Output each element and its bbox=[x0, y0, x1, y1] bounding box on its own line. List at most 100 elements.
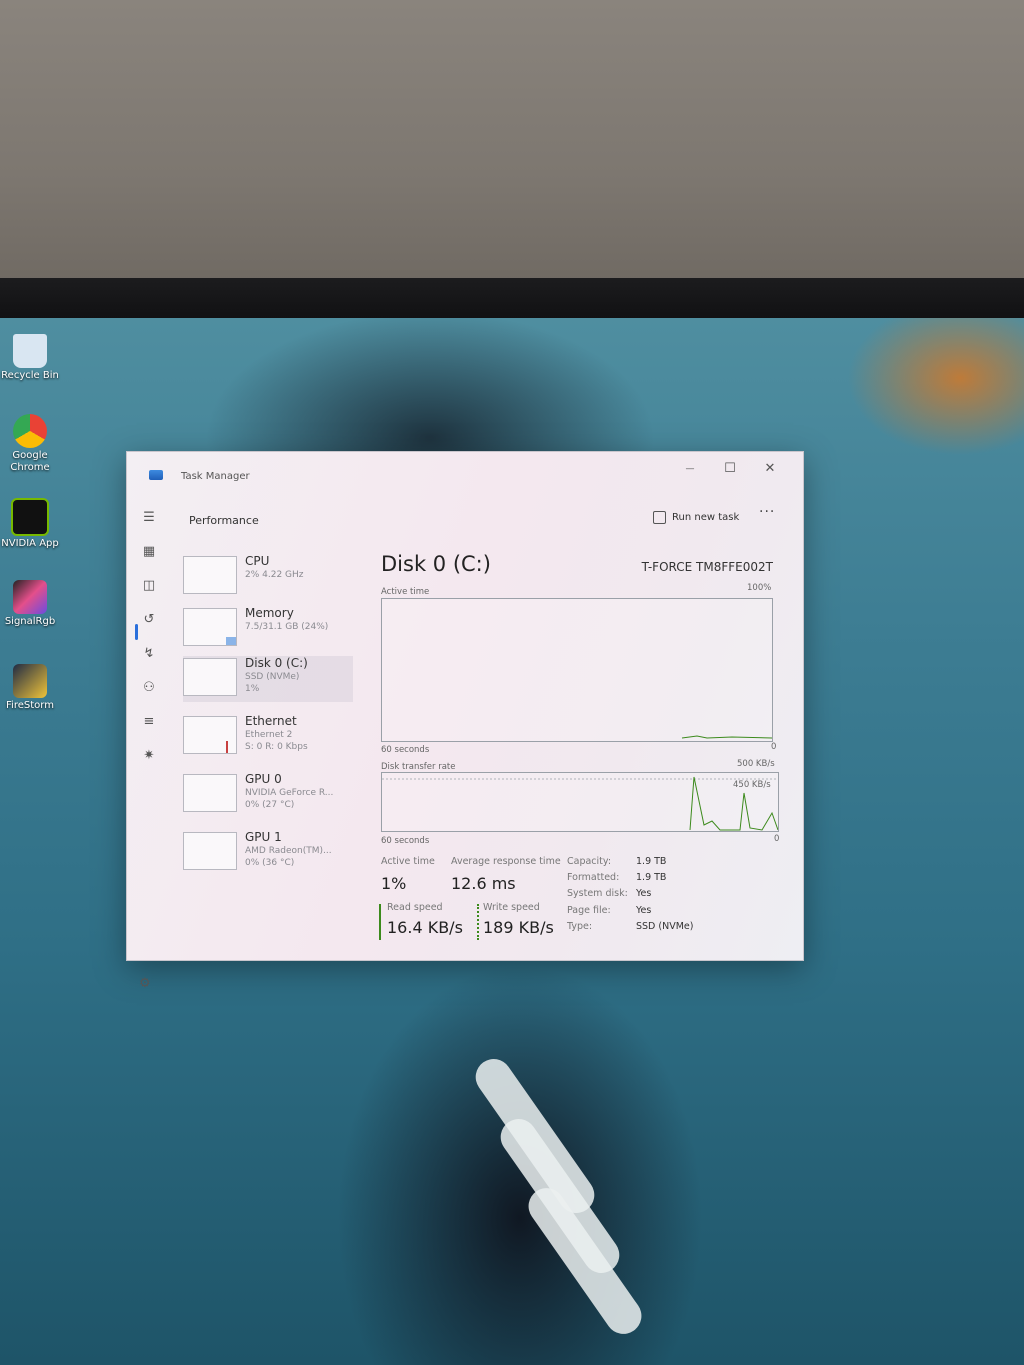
window-title: Task Manager bbox=[181, 471, 250, 482]
device-detail: 2% 4.22 GHz bbox=[245, 570, 304, 580]
minimize-button[interactable]: — bbox=[675, 458, 705, 480]
active-time-line bbox=[681, 735, 773, 739]
wall-background bbox=[0, 0, 1024, 290]
system-disk-label: System disk: bbox=[567, 888, 628, 899]
active-time-stat-label: Active time bbox=[381, 856, 435, 867]
desktop-icon-signalrgb[interactable]: SignalRgb bbox=[0, 580, 60, 628]
transfer-max-label: 500 KB/s bbox=[737, 759, 775, 769]
active-time-min-label: 0 bbox=[771, 742, 777, 752]
avg-response-stat-label: Average response time bbox=[451, 856, 561, 867]
transfer-min-label: 0 bbox=[774, 834, 780, 844]
disk-title: Disk 0 (C:) bbox=[381, 552, 491, 576]
page-title: Performance bbox=[189, 514, 259, 527]
device-usage: 0% (27 °C) bbox=[245, 800, 295, 810]
device-memory[interactable]: Memory 7.5/31.1 GB (24%) bbox=[183, 606, 353, 652]
page-file-label: Page file: bbox=[567, 905, 611, 916]
device-cpu[interactable]: CPU 2% 4.22 GHz bbox=[183, 554, 353, 600]
system-disk-value: Yes bbox=[636, 888, 652, 899]
ethernet-mini-graph bbox=[183, 716, 237, 754]
active-time-max-label: 100% bbox=[747, 583, 772, 593]
title-bar[interactable]: Task Manager — ☐ ✕ bbox=[127, 452, 803, 496]
active-time-graph-label: Active time bbox=[381, 587, 430, 597]
desktop-icon-label: NVIDIA App bbox=[1, 538, 59, 549]
transfer-rate-graph bbox=[381, 772, 779, 832]
services-icon[interactable]: ✷ bbox=[141, 748, 157, 764]
device-usage: S: 0 R: 0 Kbps bbox=[245, 742, 308, 752]
gpu1-mini-graph bbox=[183, 832, 237, 870]
gpu0-mini-graph bbox=[183, 774, 237, 812]
device-detail: NVIDIA GeForce R... bbox=[245, 788, 334, 798]
device-disk-0[interactable]: Disk 0 (C:) SSD (NVMe) 1% bbox=[183, 656, 353, 702]
details-icon[interactable]: ≡ bbox=[141, 714, 157, 730]
device-detail: Ethernet 2 bbox=[245, 730, 293, 740]
device-gpu-1[interactable]: GPU 1 AMD Radeon(TM)... 0% (36 °C) bbox=[183, 830, 353, 876]
write-speed-value: 189 KB/s bbox=[483, 918, 554, 937]
transfer-graph-label: Disk transfer rate bbox=[381, 762, 456, 772]
device-name: CPU bbox=[245, 554, 270, 568]
write-speed-label: Write speed bbox=[483, 902, 540, 913]
signalrgb-icon bbox=[13, 580, 47, 614]
device-detail: 7.5/31.1 GB (24%) bbox=[245, 622, 329, 632]
read-speed-indicator bbox=[379, 904, 381, 940]
write-speed-indicator bbox=[477, 904, 479, 940]
ethernet-spike bbox=[226, 741, 228, 753]
read-speed-label: Read speed bbox=[387, 902, 443, 913]
disk-model: T-FORCE TM8FFE002T bbox=[641, 560, 773, 574]
avg-response-stat-value: 12.6 ms bbox=[451, 874, 516, 893]
nav-rail: ☰ ▦ ◫ ↺ ↯ ⚇ ≡ ✷ ⚙ bbox=[127, 496, 171, 991]
hamburger-menu-icon[interactable]: ☰ bbox=[141, 510, 157, 526]
desktop-icon-chrome[interactable]: Google Chrome bbox=[0, 414, 60, 474]
run-new-task-label: Run new task bbox=[672, 511, 740, 523]
transfer-mid-label: 450 KB/s bbox=[733, 780, 771, 790]
memory-usage-fill bbox=[226, 637, 236, 645]
run-task-icon bbox=[653, 510, 666, 524]
device-name: Ethernet bbox=[245, 714, 297, 728]
type-value: SSD (NVMe) bbox=[636, 921, 694, 932]
task-manager-app-icon bbox=[149, 470, 163, 480]
firestorm-icon bbox=[13, 664, 47, 698]
desktop-icon-label: FireStorm bbox=[6, 700, 54, 711]
desktop-icon-label: Google Chrome bbox=[10, 450, 50, 473]
desktop-icon-label: Recycle Bin bbox=[1, 370, 59, 381]
desktop-icon-label: SignalRgb bbox=[4, 616, 56, 627]
capacity-label: Capacity: bbox=[567, 856, 612, 867]
device-gpu-0[interactable]: GPU 0 NVIDIA GeForce R... 0% (27 °C) bbox=[183, 772, 353, 818]
device-usage: 1% bbox=[245, 684, 260, 694]
more-options-button[interactable]: ··· bbox=[759, 504, 775, 520]
device-name: GPU 0 bbox=[245, 772, 282, 786]
processes-icon[interactable]: ▦ bbox=[141, 544, 157, 560]
device-detail: SSD (NVMe) bbox=[245, 672, 300, 682]
task-manager-window: Task Manager — ☐ ✕ ☰ ▦ ◫ ↺ ↯ ⚇ ≡ ✷ ⚙ Per… bbox=[126, 451, 804, 991]
desktop-icon-recycle-bin[interactable]: Recycle Bin bbox=[0, 334, 60, 382]
transfer-graph-svg bbox=[382, 776, 779, 831]
active-time-graph bbox=[381, 598, 773, 742]
nav-selection-indicator bbox=[135, 624, 138, 640]
active-time-stat-value: 1% bbox=[381, 874, 407, 893]
desktop-icon-firestorm[interactable]: FireStorm bbox=[0, 664, 60, 712]
performance-icon[interactable]: ◫ bbox=[141, 578, 157, 594]
users-icon[interactable]: ⚇ bbox=[141, 680, 157, 696]
chrome-icon bbox=[13, 414, 47, 448]
formatted-label: Formatted: bbox=[567, 872, 620, 883]
type-label: Type: bbox=[567, 921, 593, 932]
desktop-icon-nvidia-app[interactable]: NVIDIA App bbox=[0, 498, 60, 550]
device-detail: AMD Radeon(TM)... bbox=[245, 846, 332, 856]
disk-mini-graph bbox=[183, 658, 237, 696]
memory-mini-graph bbox=[183, 608, 237, 646]
device-ethernet[interactable]: Ethernet Ethernet 2 S: 0 R: 0 Kbps bbox=[183, 714, 353, 760]
run-new-task-button[interactable]: Run new task bbox=[653, 508, 739, 526]
capacity-value: 1.9 TB bbox=[636, 856, 667, 867]
device-usage: 0% (36 °C) bbox=[245, 858, 295, 868]
transfer-span-label: 60 seconds bbox=[381, 836, 430, 846]
cpu-mini-graph bbox=[183, 556, 237, 594]
active-time-span-label: 60 seconds bbox=[381, 745, 430, 755]
settings-gear-icon[interactable]: ⚙ bbox=[139, 976, 151, 991]
close-button[interactable]: ✕ bbox=[755, 458, 785, 480]
active-time-graph-svg bbox=[681, 735, 773, 739]
maximize-button[interactable]: ☐ bbox=[715, 458, 745, 480]
read-speed-value: 16.4 KB/s bbox=[387, 918, 463, 937]
startup-apps-icon[interactable]: ↯ bbox=[141, 646, 157, 662]
device-name: Disk 0 (C:) bbox=[245, 656, 308, 670]
page-file-value: Yes bbox=[636, 905, 652, 916]
app-history-icon[interactable]: ↺ bbox=[141, 612, 157, 628]
